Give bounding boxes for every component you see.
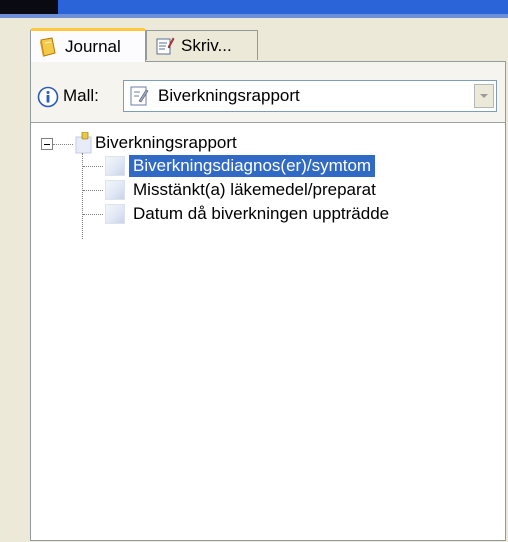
tree-connector (83, 214, 103, 215)
field-icon (105, 204, 125, 224)
tab-journal[interactable]: Journal (30, 28, 146, 62)
title-bar-dark-segment (0, 0, 58, 14)
field-icon (105, 180, 125, 200)
tree-root-node[interactable]: Biverkningsrapport (75, 131, 241, 155)
journal-book-icon (40, 36, 56, 57)
tab-skriv-label: Skriv... (181, 35, 232, 55)
tree-connector (53, 144, 73, 145)
locked-folder-icon (75, 132, 92, 154)
template-row: Mall: Biverkningsrapport (31, 80, 505, 114)
tab-journal-label: Journal (65, 36, 121, 56)
tree-item[interactable]: Misstänkt(a) läkemedel/preparat (105, 178, 380, 202)
info-icon[interactable] (37, 86, 59, 108)
tree-item[interactable]: Datum då biverkningen uppträdde (105, 202, 393, 226)
chevron-down-icon (480, 94, 488, 98)
tree-item[interactable]: Biverkningsdiagnos(er)/symtom (105, 154, 376, 178)
tree-connector (83, 166, 103, 167)
dropdown-button[interactable] (474, 84, 494, 108)
tree-item-label: Misstänkt(a) läkemedel/preparat (133, 180, 376, 199)
title-bar-strip (0, 14, 508, 18)
template-selected-value: Biverkningsrapport (158, 86, 300, 105)
minus-icon (44, 143, 50, 145)
template-label: Mall: (63, 86, 99, 105)
tree-connector (83, 190, 103, 191)
tree-root-label: Biverkningsrapport (95, 133, 237, 152)
tab-skriv[interactable]: Skriv... (146, 30, 258, 60)
template-tree[interactable]: Biverkningsrapport Biverkningsdiagnos(er… (31, 122, 505, 540)
tree-item-label: Datum då biverkningen uppträdde (133, 204, 390, 223)
form-document-icon (130, 86, 149, 106)
write-document-icon (156, 37, 175, 54)
window-title-bar (0, 0, 508, 14)
tree-item-label: Biverkningsdiagnos(er)/symtom (129, 155, 376, 177)
journal-panel: Mall: Biverkningsrapport Biverkningsrapp… (30, 61, 506, 541)
collapse-toggle[interactable] (41, 138, 53, 150)
field-icon (105, 156, 125, 176)
template-dropdown[interactable]: Biverkningsrapport (123, 80, 497, 112)
